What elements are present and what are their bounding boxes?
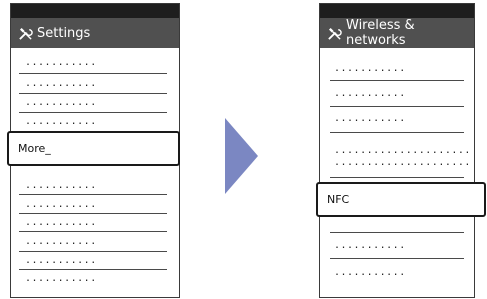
list-item[interactable]: ........... xyxy=(334,268,406,278)
list-item[interactable]: ........... xyxy=(25,256,97,266)
list-item[interactable]: ........... xyxy=(334,64,406,74)
divider xyxy=(330,106,464,107)
list-item[interactable]: ..................... xyxy=(334,146,471,156)
wrench-screwdriver-icon xyxy=(328,27,342,40)
list-item[interactable]: ........... xyxy=(25,218,97,228)
more-label: More xyxy=(18,142,46,155)
list-item[interactable]: ........... xyxy=(25,117,97,127)
status-bar xyxy=(320,4,474,18)
divider xyxy=(19,269,167,270)
divider xyxy=(19,112,167,113)
list-item[interactable]: ........... xyxy=(25,79,97,89)
divider xyxy=(19,231,167,232)
page-title: Settings xyxy=(37,25,91,41)
divider xyxy=(19,251,167,252)
text-cursor: _ xyxy=(45,142,51,155)
list-item[interactable]: ........... xyxy=(334,89,406,99)
list-item[interactable]: ........... xyxy=(25,274,97,284)
divider xyxy=(330,80,464,81)
divider xyxy=(19,213,167,214)
list-item[interactable]: ........... xyxy=(25,200,97,210)
wireless-networks-screen: Wireless & networks ........... ........… xyxy=(319,3,475,298)
divider xyxy=(19,93,167,94)
arrow-right-icon xyxy=(225,118,258,194)
list-item[interactable]: ........... xyxy=(25,181,97,191)
list-item[interactable]: ........... xyxy=(25,98,97,108)
nfc-item[interactable]: NFC xyxy=(316,182,486,217)
divider xyxy=(19,194,167,195)
status-bar xyxy=(11,4,179,18)
divider xyxy=(330,258,464,259)
title-bar: Wireless & networks xyxy=(320,18,474,48)
divider xyxy=(330,177,464,178)
page-title: Wireless & networks xyxy=(346,18,415,48)
list-item-secondary: ..................... xyxy=(334,157,471,168)
list-item[interactable]: ........... xyxy=(25,58,97,68)
title-bar: Settings xyxy=(11,18,179,48)
nfc-label: NFC xyxy=(327,193,350,206)
divider xyxy=(330,232,464,233)
list-item[interactable]: ........... xyxy=(25,237,97,247)
divider xyxy=(330,132,464,133)
more-item[interactable]: More _ xyxy=(7,131,180,166)
wrench-screwdriver-icon xyxy=(19,27,33,40)
divider xyxy=(19,73,167,74)
list-item[interactable]: ........... xyxy=(334,114,406,124)
list-item[interactable]: ........... xyxy=(334,241,406,251)
